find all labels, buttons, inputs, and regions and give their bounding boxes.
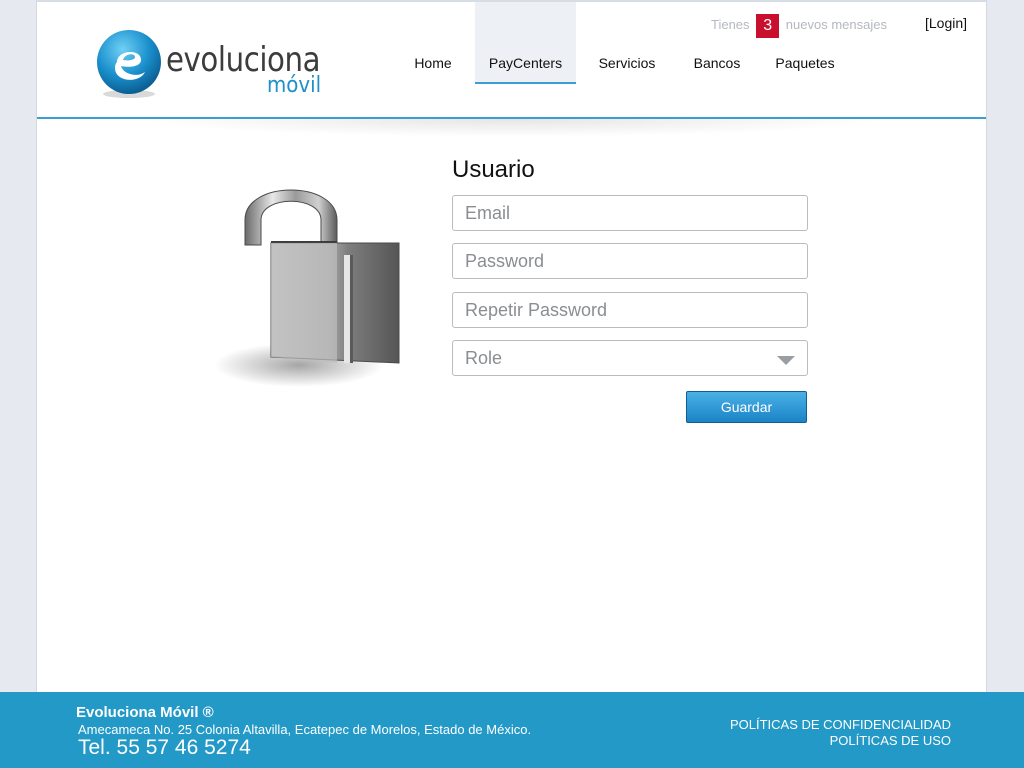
messages-suffix: nuevos mensajes <box>785 17 887 32</box>
nav-paycenters[interactable]: PayCenters <box>475 2 576 84</box>
nav-home[interactable]: Home <box>397 2 469 84</box>
header: evoluciona móvil Home PayCenters Servici… <box>37 0 986 119</box>
footer-phone: Tel. 55 57 46 5274 <box>78 736 251 759</box>
privacy-policy-link[interactable]: POLÍTICAS DE CONFIDENCIALIDAD <box>730 717 951 732</box>
messages-prefix: Tienes <box>711 17 750 32</box>
email-field[interactable] <box>452 195 808 231</box>
messages-notice[interactable]: Tienes 3 nuevos mensajes <box>711 12 887 38</box>
footer: Evoluciona Móvil ® Amecameca No. 25 Colo… <box>0 692 1024 768</box>
save-button[interactable]: Guardar <box>686 391 807 423</box>
login-link[interactable]: [Login] <box>925 15 967 31</box>
messages-count-badge[interactable]: 3 <box>756 13 780 38</box>
form-title: Usuario <box>452 156 535 183</box>
chevron-down-icon <box>777 356 795 365</box>
header-shadow <box>137 119 887 137</box>
role-select-label: Role <box>465 348 503 368</box>
footer-address: Amecameca No. 25 Colonia Altavilla, Ecat… <box>78 722 532 737</box>
nav-servicios[interactable]: Servicios <box>589 2 665 84</box>
password-field[interactable] <box>452 243 808 279</box>
page-container: evoluciona móvil Home PayCenters Servici… <box>36 0 987 768</box>
padlock-icon <box>214 189 400 387</box>
footer-company: Evoluciona Móvil ® <box>76 704 214 721</box>
terms-of-use-link[interactable]: POLÍTICAS DE USO <box>830 733 951 748</box>
logo-subtitle: móvil <box>267 73 322 98</box>
role-select[interactable]: Role <box>452 340 808 376</box>
evoluciona-logo-icon <box>97 30 161 98</box>
repeat-password-field[interactable] <box>452 292 808 328</box>
logo[interactable]: evoluciona móvil <box>93 28 333 100</box>
